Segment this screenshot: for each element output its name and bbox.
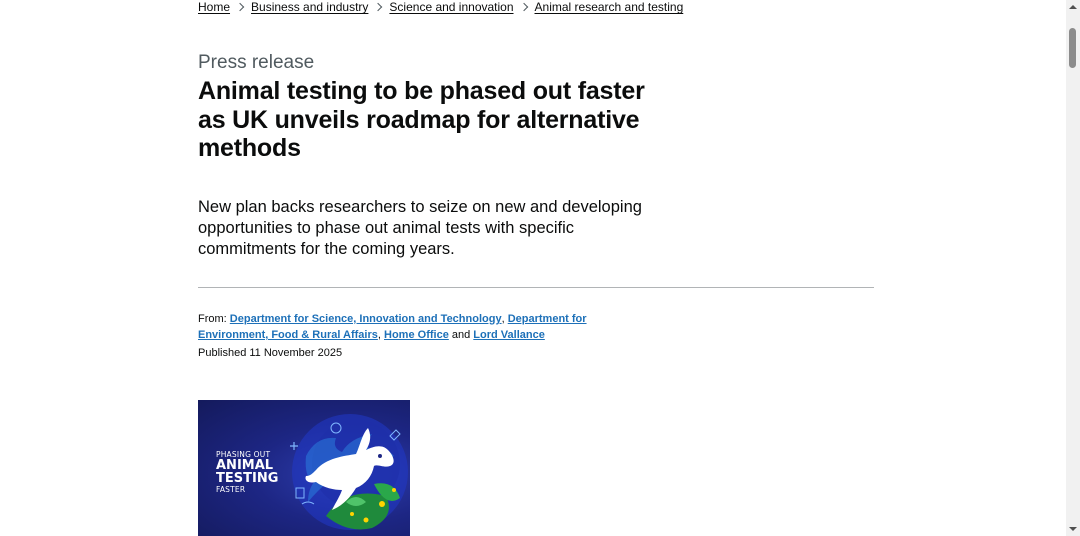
from-organisations: From: Department for Science, Innovation… <box>198 311 618 343</box>
chevron-right-icon <box>235 2 245 12</box>
chevron-right-icon <box>519 2 528 12</box>
scroll-up-arrow-icon[interactable] <box>1069 5 1077 9</box>
breadcrumb-business-and-industry[interactable]: Business and industry <box>251 0 368 14</box>
rabbit-illustration-icon <box>290 414 408 530</box>
org-link-home-office[interactable]: Home Office <box>384 329 449 341</box>
org-separator: , <box>377 329 381 341</box>
org-link-dsit[interactable]: Department for Science, Innovation and T… <box>230 313 502 325</box>
page-title: Animal testing to be phased out faster a… <box>198 77 645 162</box>
page: Home Business and industry Science and i… <box>0 0 1080 536</box>
scroll-down-arrow-icon[interactable] <box>1069 527 1077 531</box>
and-word: and <box>451 329 471 341</box>
hero-image-text: PHASING OUT ANIMAL TESTING FASTER <box>216 450 278 494</box>
chevron-right-icon <box>374 2 383 12</box>
org-separator: , <box>501 313 505 325</box>
vertical-scrollbar[interactable] <box>1066 0 1080 536</box>
hero-image: PHASING OUT ANIMAL TESTING FASTER <box>198 400 410 536</box>
page-summary: New plan backs researchers to seize on n… <box>198 198 642 258</box>
from-label: From: <box>198 313 227 325</box>
scrollbar-thumb[interactable] <box>1069 28 1076 68</box>
breadcrumb: Home Business and industry Science and i… <box>198 0 683 14</box>
org-link-lord-vallance[interactable]: Lord Vallance <box>473 329 545 341</box>
published-date: Published 11 November 2025 <box>198 347 343 359</box>
hero-line-testing: TESTING <box>216 471 279 486</box>
breadcrumb-science-and-innovation[interactable]: Science and innovation <box>389 0 513 14</box>
breadcrumb-home[interactable]: Home <box>198 0 230 14</box>
breadcrumb-animal-research-and-testing[interactable]: Animal research and testing <box>535 0 684 14</box>
page-caption: Press release <box>198 52 315 73</box>
section-divider <box>198 287 874 288</box>
hero-line-faster: FASTER <box>216 485 246 494</box>
